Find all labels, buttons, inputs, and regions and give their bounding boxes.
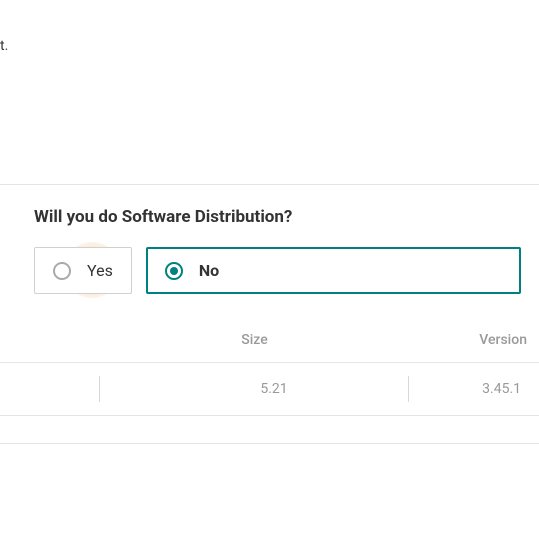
cell-version: 3.45.1	[409, 381, 539, 397]
cell-spacer	[0, 376, 100, 402]
column-header-version: Version	[409, 332, 539, 348]
radio-circle-icon	[165, 262, 183, 280]
cell-size: 5.21	[100, 381, 408, 397]
top-text-fragment: t.	[0, 0, 539, 54]
radio-label-no: No	[199, 261, 219, 280]
radio-option-yes[interactable]: Yes	[34, 247, 132, 294]
column-header-size: Size	[0, 332, 409, 348]
radio-option-no[interactable]: No	[146, 247, 521, 294]
radio-group: Yes No	[0, 247, 539, 294]
radio-label-yes: Yes	[87, 261, 113, 280]
radio-circle-icon	[53, 262, 71, 280]
table-row: 5.21 3.45.1	[0, 362, 539, 416]
bottom-border	[0, 416, 539, 444]
main-section: Will you do Software Distribution? Yes N…	[0, 184, 539, 444]
radio-dot-icon	[170, 267, 178, 275]
question-title: Will you do Software Distribution?	[0, 207, 539, 227]
table-headers: Size Version	[0, 332, 539, 362]
